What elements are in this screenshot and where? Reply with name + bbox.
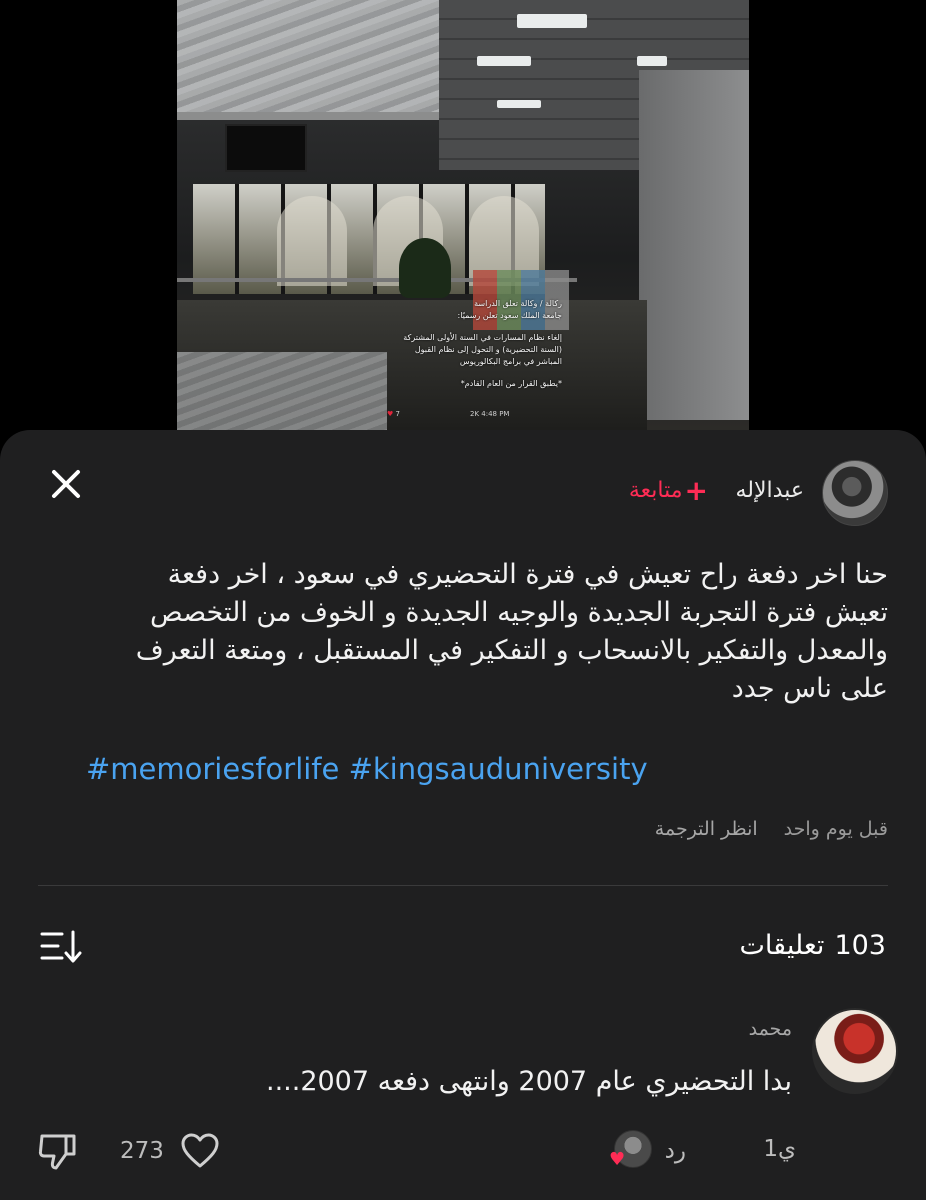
overlay-line: ركالة / وكالة تعلق الدراسة [474, 299, 562, 308]
overlay-line [362, 322, 562, 332]
post-details-sheet: عبدالإله + متابعة حنا اخر دفعة راح تعيش … [0, 430, 926, 1200]
post-meta-row: قبل يوم واحد انظر الترجمة [655, 818, 888, 840]
caption-line: والمعدل والتفكير بالانسحاب و التفكير في … [135, 635, 888, 666]
author-username[interactable]: عبدالإله [736, 478, 804, 503]
overlay-line: *يطبق القرار من العام القادم* [460, 379, 562, 388]
overlay-line: المباشر في برامج البكالوريوس [459, 357, 562, 366]
close-icon [52, 470, 80, 498]
corridor-wall [639, 70, 749, 420]
dislike-icon [38, 1134, 76, 1170]
like-count: 273 [120, 1138, 164, 1164]
heart-icon: ♥ [609, 1149, 626, 1170]
sort-icon [40, 930, 82, 963]
plant [399, 238, 451, 298]
plus-icon: + [684, 473, 708, 507]
close-button[interactable] [46, 464, 86, 504]
reply-button[interactable]: رد [665, 1138, 686, 1164]
comment-text: بدا التحضيري عام 2007 وانتهى دفعه 2007..… [265, 1066, 792, 1097]
comments-label: تعليقات [739, 930, 825, 961]
media-overlay-text: ركالة / وكالة تعلق الدراسة جامعة الملك س… [362, 298, 562, 390]
ceiling-light [517, 14, 587, 28]
media-time: 2K 4:48 PM [469, 410, 510, 418]
hashtag-link[interactable]: #kingsauduniversity [349, 752, 648, 786]
posted-time: قبل يوم واحد [783, 818, 888, 840]
commenter-avatar[interactable] [812, 1008, 898, 1094]
ceiling-light [637, 56, 667, 66]
divider [38, 885, 888, 886]
comment-actions: 273 ♥ رد 1ي [36, 1130, 796, 1176]
see-translation-link[interactable]: انظر الترجمة [655, 818, 758, 840]
caption-line: حنا اخر دفعة راح تعيش في فترة التحضيري ف… [167, 559, 888, 590]
hashtags: #memoriesforlife #kingsauduniversity [86, 752, 648, 786]
window-arch [277, 196, 347, 286]
author-avatar[interactable] [822, 460, 888, 526]
like-button[interactable] [180, 1132, 220, 1170]
heart-icon [181, 1133, 219, 1168]
commenter-name[interactable]: محمد [749, 1018, 792, 1040]
media-meta: ♥ 7 2K 4:48 PM [387, 410, 509, 418]
media-likes-count: 7 [395, 410, 400, 418]
wave-pillar [177, 352, 387, 430]
overlay-line: إلغاء نظام المسارات في السنة الأولى المش… [403, 333, 562, 342]
ceiling-light [497, 100, 541, 108]
ceiling-light [477, 56, 531, 66]
wave-ceiling [177, 0, 439, 112]
tv-screen [225, 124, 307, 172]
comments-count: 103 [834, 930, 886, 961]
overlay-line [362, 368, 562, 378]
follow-label: متابعة [628, 478, 683, 503]
dislike-button[interactable] [36, 1130, 80, 1174]
post-caption: حنا اخر دفعة راح تعيش في فترة التحضيري ف… [38, 556, 888, 708]
post-media[interactable]: ركالة / وكالة تعلق الدراسة جامعة الملك س… [177, 0, 749, 430]
caption-line: تعيش فترة التجربة الجديدة والوجيه الجديد… [150, 597, 888, 628]
heart-icon: ♥ [387, 410, 394, 418]
overlay-line: جامعة الملك سعود تعلن رسميًا: [457, 311, 562, 320]
overlay-line: (السنة التحضيرية) و التحول إلى نظام القب… [414, 345, 562, 354]
comment-time: 1ي [763, 1136, 796, 1162]
follow-button[interactable]: + متابعة [628, 473, 708, 507]
caption-line: على ناس جدد [731, 673, 888, 704]
comments-header: 103 تعليقات [740, 930, 886, 961]
ceiling-band [177, 112, 439, 120]
hashtag-link[interactable]: #memoriesforlife [86, 752, 339, 786]
sort-comments-button[interactable] [40, 928, 84, 966]
media-likes: ♥ 7 [387, 410, 400, 418]
creator-liked-avatar: ♥ [609, 1130, 652, 1169]
